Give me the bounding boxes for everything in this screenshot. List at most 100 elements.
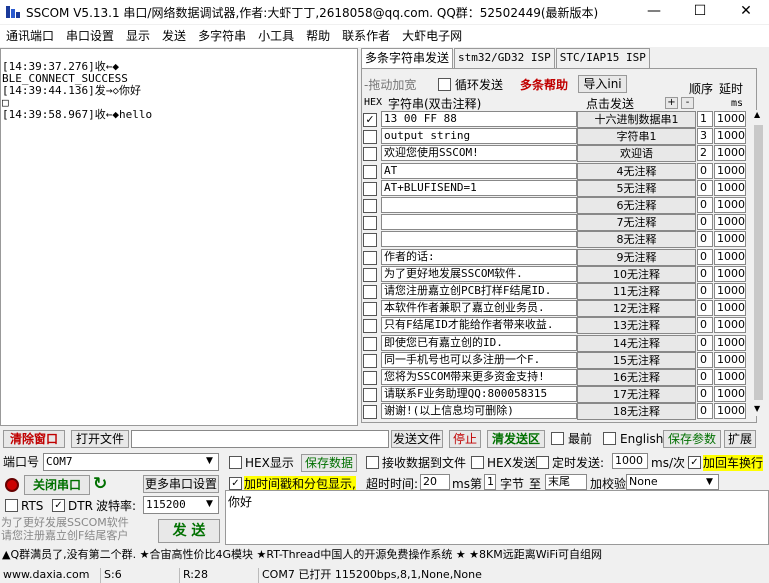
clear-window-button[interactable]: 清除窗口	[3, 430, 65, 448]
port-select[interactable]: COM7	[43, 453, 219, 471]
loop-send-checkbox[interactable]	[438, 78, 451, 91]
status-site[interactable]: www.daxia.com	[0, 568, 90, 583]
tab-multi-string[interactable]: 多条字符串发送	[361, 48, 454, 69]
file-path-field[interactable]	[131, 430, 389, 448]
row-order-field[interactable]: 0	[697, 317, 713, 334]
row-hex-checkbox[interactable]	[363, 388, 377, 403]
timeout-field[interactable]: 20	[420, 474, 450, 490]
row-order-field[interactable]: 1	[697, 111, 713, 127]
row-order-field[interactable]: 0	[697, 248, 713, 265]
row-order-field[interactable]: 0	[697, 351, 713, 368]
minimize-button[interactable]: —	[631, 0, 677, 24]
row-delay-field[interactable]: 1000	[714, 162, 746, 179]
row-string-field[interactable]: 作者的话:	[381, 248, 577, 265]
menu-multi-string[interactable]: 多字符串	[192, 25, 252, 47]
chevron-down-icon[interactable]: ▼	[206, 499, 213, 509]
row-order-field[interactable]: 0	[697, 283, 713, 299]
row-order-field[interactable]: 0	[697, 300, 713, 317]
tab-stc-isp[interactable]: STC/IAP15 ISP	[555, 48, 650, 68]
row-delay-field[interactable]: 1000	[714, 248, 746, 265]
row-string-field[interactable]: AT+BLUFISEND=1	[381, 179, 577, 196]
close-button[interactable]: ✕	[723, 0, 769, 24]
row-string-field[interactable]: 欢迎您使用SSCOM!	[381, 145, 577, 162]
chevron-down-icon[interactable]: ▼	[206, 456, 213, 466]
row-hex-checkbox[interactable]	[363, 267, 377, 282]
refresh-icon[interactable]: ↻	[93, 475, 107, 493]
row-hex-checkbox[interactable]	[363, 181, 377, 196]
row-string-field[interactable]: 13 00 FF 88	[381, 111, 577, 127]
row-send-button[interactable]: 8无注释	[577, 231, 696, 249]
row-hex-checkbox[interactable]: ✓	[363, 113, 377, 127]
expand-button[interactable]: 扩展	[724, 430, 756, 448]
row-delay-field[interactable]: 1000	[714, 403, 746, 420]
row-send-button[interactable]: 十六进制数据串1	[577, 111, 696, 128]
row-order-field[interactable]: 3	[697, 128, 713, 145]
row-string-field[interactable]: 只有F结尾ID才能给作者带来收益.	[381, 317, 577, 334]
timed-send-checkbox[interactable]	[536, 456, 549, 469]
row-hex-checkbox[interactable]	[363, 216, 377, 231]
ticker-text[interactable]: ▲Q群满员了,没有第二个群. ★合宙高性价比4G模块 ★RT-Thread中国人…	[2, 548, 602, 562]
rows-scroll-thumb[interactable]	[754, 125, 763, 400]
stop-button[interactable]: 停止	[449, 430, 481, 448]
row-delay-field[interactable]: 1000	[714, 300, 746, 317]
row-hex-checkbox[interactable]	[363, 353, 377, 368]
row-hex-checkbox[interactable]	[363, 250, 377, 265]
row-send-button[interactable]: 4无注释	[577, 162, 696, 180]
send-button[interactable]: 发 送	[158, 519, 220, 543]
row-string-field[interactable]: 谢谢!(以上信息均可删除)	[381, 403, 577, 420]
multi-help-link[interactable]: 多条帮助	[520, 76, 568, 93]
scroll-down-icon[interactable]: ▼	[754, 404, 760, 413]
nth-byte-field[interactable]: 1	[484, 474, 496, 490]
row-hex-checkbox[interactable]	[363, 130, 377, 145]
dtr-checkbox[interactable]: ✓	[52, 499, 65, 512]
row-send-button[interactable]: 16无注释	[577, 369, 696, 386]
row-order-field[interactable]: 0	[697, 403, 713, 420]
row-send-button[interactable]: 15无注释	[577, 351, 696, 369]
row-order-field[interactable]: 0	[697, 369, 713, 385]
end-position-select[interactable]: 末尾	[545, 474, 587, 490]
row-delay-field[interactable]: 1000	[714, 265, 746, 282]
row-send-button[interactable]: 10无注释	[577, 265, 696, 283]
row-send-button[interactable]: 13无注释	[577, 317, 696, 335]
maximize-button[interactable]: ☐	[677, 0, 723, 24]
rts-checkbox[interactable]	[5, 499, 18, 512]
remove-row-button[interactable]: -	[681, 97, 694, 109]
receive-area[interactable]: [14:39:37.276]收←◆ BLE_CONNECT_SUCCESS [1…	[0, 48, 358, 426]
row-send-button[interactable]: 17无注释	[577, 386, 696, 404]
row-send-button[interactable]: 11无注释	[577, 283, 696, 300]
row-string-field[interactable]	[381, 231, 577, 248]
menu-contact[interactable]: 联系作者	[336, 25, 396, 47]
recv-to-file-checkbox[interactable]	[366, 456, 379, 469]
drag-widen-label[interactable]: -拖动加宽	[364, 76, 416, 93]
clear-send-button[interactable]: 清发送区	[487, 430, 545, 448]
row-hex-checkbox[interactable]	[363, 164, 377, 179]
row-string-field[interactable]: 您将为SSCOM带来更多资金支持!	[381, 369, 577, 385]
row-string-field[interactable]: 请联系F业务助理QQ:800058315	[381, 386, 577, 403]
row-hex-checkbox[interactable]	[363, 302, 377, 317]
row-string-field[interactable]: 请您注册嘉立创PCB打样F结尾ID.	[381, 283, 577, 299]
row-delay-field[interactable]: 1000	[714, 179, 746, 196]
row-order-field[interactable]: 2	[697, 145, 713, 162]
row-order-field[interactable]: 0	[697, 334, 713, 351]
add-row-button[interactable]: +	[665, 97, 678, 109]
menu-tools[interactable]: 小工具	[252, 25, 300, 47]
send-text-area[interactable]: 你好	[225, 490, 769, 545]
row-delay-field[interactable]: 1000	[714, 317, 746, 334]
row-string-field[interactable]	[381, 214, 577, 231]
row-string-field[interactable]: 本软件作者兼职了嘉立创业务员.	[381, 300, 577, 317]
row-delay-field[interactable]: 1000	[714, 351, 746, 368]
row-delay-field[interactable]: 1000	[714, 369, 746, 385]
row-delay-field[interactable]: 1000	[714, 231, 746, 248]
row-string-field[interactable]: 即使您已有嘉立创的ID.	[381, 334, 577, 351]
row-order-field[interactable]: 0	[697, 265, 713, 282]
row-string-field[interactable]	[381, 197, 577, 213]
row-order-field[interactable]: 0	[697, 214, 713, 231]
row-hex-checkbox[interactable]	[363, 199, 377, 213]
row-hex-checkbox[interactable]	[363, 319, 377, 334]
menu-display[interactable]: 显示	[120, 25, 156, 47]
english-checkbox[interactable]	[603, 432, 616, 445]
tab-stm32-isp[interactable]: stm32/GD32 ISP	[454, 48, 555, 68]
row-send-button[interactable]: 14无注释	[577, 334, 696, 352]
row-send-button[interactable]: 12无注释	[577, 300, 696, 318]
row-delay-field[interactable]: 1000	[714, 145, 746, 162]
